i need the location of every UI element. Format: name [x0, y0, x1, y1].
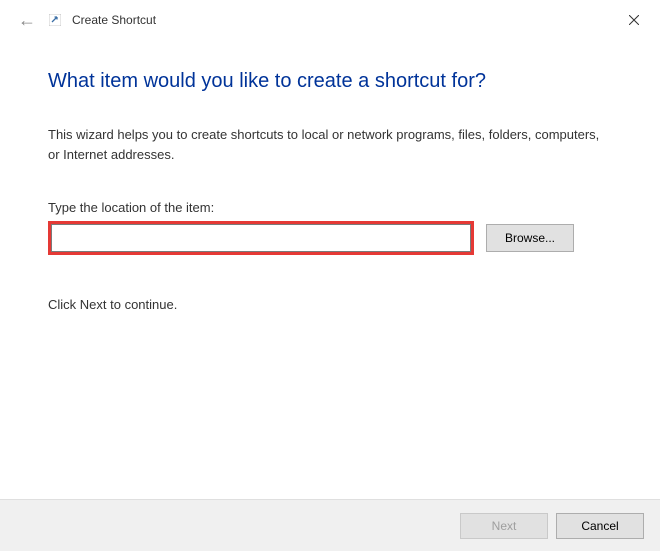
wizard-description: This wizard helps you to create shortcut…: [48, 125, 612, 164]
wizard-footer: Next Cancel: [0, 499, 660, 551]
browse-button[interactable]: Browse...: [486, 224, 574, 252]
input-highlight: [48, 221, 474, 255]
location-input[interactable]: [51, 224, 471, 252]
input-row: Browse...: [48, 221, 612, 255]
continue-hint: Click Next to continue.: [48, 297, 612, 312]
window-title: Create Shortcut: [72, 13, 156, 27]
wizard-content: What item would you like to create a sho…: [0, 40, 660, 312]
shortcut-icon: [48, 13, 62, 27]
next-button[interactable]: Next: [460, 513, 548, 539]
title-bar: ← Create Shortcut: [0, 0, 660, 40]
back-arrow-icon: ←: [18, 10, 36, 31]
location-label: Type the location of the item:: [48, 200, 612, 215]
close-button[interactable]: [614, 6, 654, 34]
wizard-heading: What item would you like to create a sho…: [48, 70, 612, 93]
cancel-button[interactable]: Cancel: [556, 513, 644, 539]
